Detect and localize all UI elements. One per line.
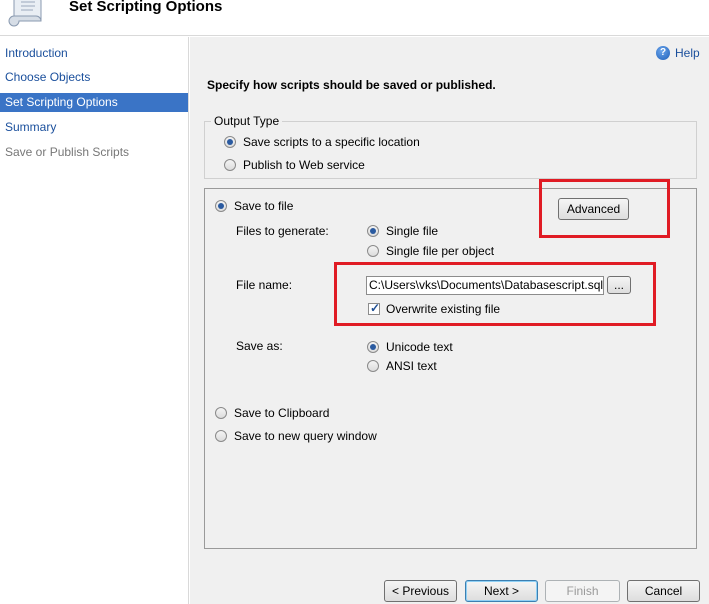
previous-button[interactable]: < Previous <box>384 580 457 602</box>
single-file-per-object-radio[interactable] <box>367 245 379 257</box>
save-as-label: Save as: <box>236 339 283 353</box>
file-name-input[interactable]: C:\Users\vks\Documents\Databasescript.sq… <box>366 276 604 295</box>
overwrite-label: Overwrite existing file <box>386 302 501 316</box>
sidebar-item-introduction[interactable]: Introduction <box>0 44 188 63</box>
ansi-text-radio[interactable] <box>367 360 379 372</box>
destination-panel <box>204 188 697 549</box>
save-to-query-window-label: Save to new query window <box>234 429 377 443</box>
overwrite-checkbox[interactable] <box>368 301 380 315</box>
ansi-text-label: ANSI text <box>386 359 437 373</box>
save-to-location-label: Save scripts to a specific location <box>243 135 420 149</box>
instruction-text: Specify how scripts should be saved or p… <box>207 78 496 92</box>
files-to-generate-label: Files to generate: <box>236 224 329 238</box>
save-to-clipboard-radio[interactable] <box>215 407 227 419</box>
sidebar-item-choose-objects[interactable]: Choose Objects <box>0 68 188 87</box>
single-file-radio[interactable] <box>367 225 379 237</box>
unicode-text-label: Unicode text <box>386 340 453 354</box>
sidebar-item-summary[interactable]: Summary <box>0 118 188 137</box>
help-label: Help <box>675 46 700 60</box>
cancel-button[interactable]: Cancel <box>627 580 700 602</box>
save-to-file-label: Save to file <box>234 199 294 213</box>
file-name-label: File name: <box>236 278 293 292</box>
wizard-steps-sidebar: Introduction Choose Objects Set Scriptin… <box>0 37 189 604</box>
wizard-header: Set Scripting Options <box>0 0 709 36</box>
next-button[interactable]: Next > <box>465 580 538 602</box>
page-title: Set Scripting Options <box>69 0 223 15</box>
save-to-query-window-radio[interactable] <box>215 430 227 442</box>
output-type-legend: Output Type <box>214 114 280 128</box>
publish-web-service-label: Publish to Web service <box>243 158 365 172</box>
script-scroll-icon <box>8 0 42 27</box>
sidebar-item-set-scripting-options[interactable]: Set Scripting Options <box>0 93 188 112</box>
help-link[interactable]: ? Help <box>656 45 700 61</box>
save-to-clipboard-label: Save to Clipboard <box>234 406 330 420</box>
single-file-label: Single file <box>386 224 439 238</box>
publish-web-service-radio[interactable] <box>224 159 236 171</box>
advanced-button[interactable]: Advanced <box>558 198 629 220</box>
unicode-text-radio[interactable] <box>367 341 379 353</box>
finish-button: Finish <box>545 580 620 602</box>
save-to-location-radio[interactable] <box>224 136 236 148</box>
help-icon: ? <box>656 46 670 60</box>
single-file-per-object-label: Single file per object <box>386 244 495 258</box>
browse-button[interactable]: ... <box>607 276 631 294</box>
save-to-file-radio[interactable] <box>215 200 227 212</box>
sidebar-item-save-or-publish: Save or Publish Scripts <box>5 145 130 159</box>
